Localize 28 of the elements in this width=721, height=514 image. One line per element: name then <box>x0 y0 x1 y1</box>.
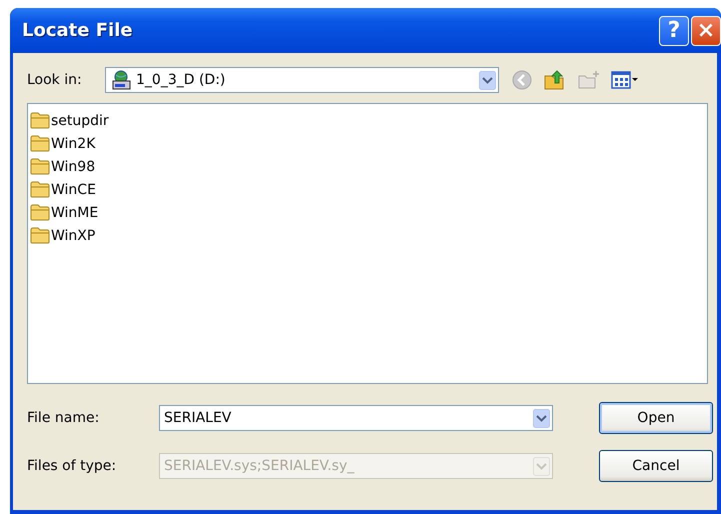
file-list[interactable]: setupdir Win2K Win98 WinCE WinME WinXP <box>27 103 708 384</box>
close-button[interactable]: × <box>691 16 721 46</box>
folder-name[interactable]: WinME <box>51 204 98 220</box>
open-button[interactable]: Open <box>599 402 713 434</box>
file-name-label: File name: <box>27 410 100 426</box>
look-in-dropdown-value: 1_0_3_D (D:) <box>136 72 226 88</box>
folder-name[interactable]: WinXP <box>51 228 96 244</box>
folder-icon <box>30 227 50 244</box>
folder-icon <box>30 112 50 129</box>
folder-name[interactable]: Win2K <box>51 136 96 152</box>
folder-icon <box>30 181 50 198</box>
view-menu-icon[interactable] <box>611 70 639 90</box>
file-type-label: Files of type: <box>27 458 118 474</box>
network-drive-icon <box>110 70 132 90</box>
look-in-dropdown[interactable]: 1_0_3_D (D:) <box>105 67 499 93</box>
look-in-label: Look in: <box>27 72 83 88</box>
file-type-dropdown-value: SERIALEV.sys;SERIALEV.sy_ <box>164 458 356 474</box>
folder-name[interactable]: WinCE <box>51 182 96 198</box>
folder-icon <box>30 158 50 175</box>
folder-icon <box>30 204 50 221</box>
cancel-button[interactable]: Cancel <box>599 450 713 482</box>
folder-icon <box>30 135 50 152</box>
file-name-field[interactable]: SERIALEV <box>159 405 553 431</box>
folder-name[interactable]: setupdir <box>51 112 109 128</box>
help-button[interactable]: ? <box>659 16 689 46</box>
file-name-field-value: SERIALEV <box>164 410 232 426</box>
folder-name[interactable]: Win98 <box>51 158 96 174</box>
window-title: Locate File <box>22 20 134 41</box>
